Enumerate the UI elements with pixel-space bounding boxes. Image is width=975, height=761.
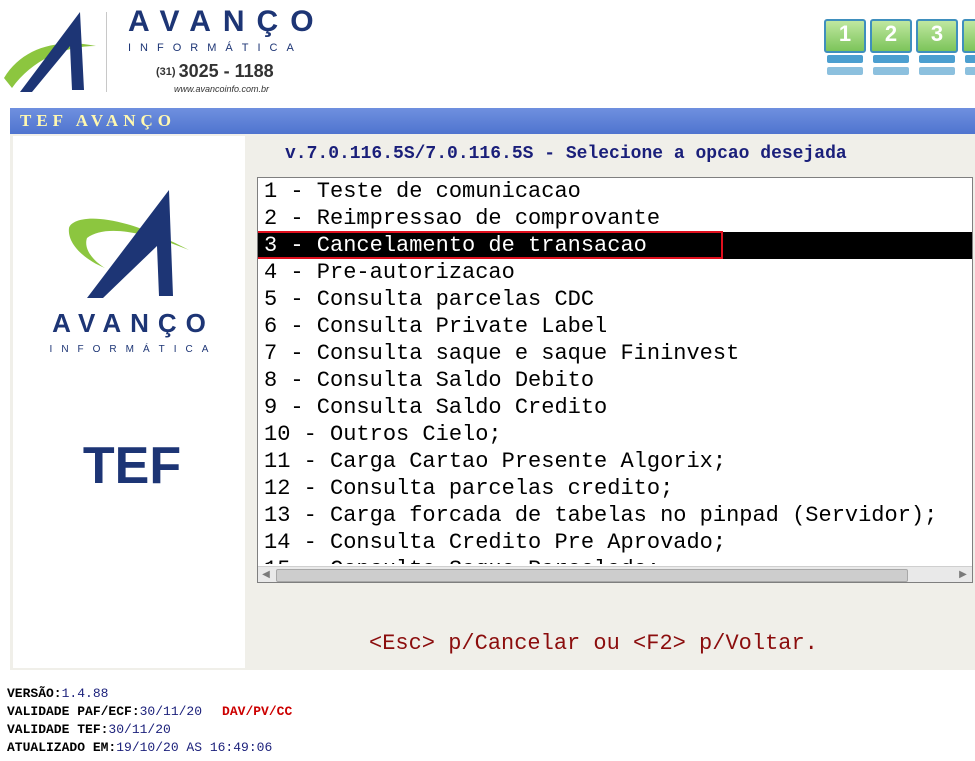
brand-panel: AVANÇO INFORMÁTICA TEF [13, 136, 245, 668]
option-item[interactable]: 15 - Consulta Saque Parcelado; [258, 556, 972, 564]
keyboard-hint: <Esc> p/Cancelar ou <F2> p/Voltar. [369, 631, 818, 656]
monitor-4-icon [962, 19, 975, 77]
option-item[interactable]: 4 - Pre-autorizacao [258, 259, 972, 286]
status-atualizado: ATUALIZADO EM:19/10/20 AS 16:49:06 [7, 739, 507, 757]
brand-phone: (31) 3025 - 1188 [156, 61, 274, 82]
tef-window: TEF AVANÇO AVANÇO INFORMÁTICA TEF v.7.0.… [10, 108, 975, 670]
option-item-selected[interactable]: 3 - Cancelamento de transacao [258, 232, 972, 259]
atualizado-value: 19/10/20 AS 16:49:06 [116, 740, 273, 755]
option-item[interactable]: 7 - Consulta saque e saque Fininvest [258, 340, 972, 367]
monitor-3-number: 3 [930, 21, 944, 46]
status-versao: VERSÃO:1.4.88 [7, 685, 507, 703]
atualizado-label: ATUALIZADO EM: [7, 740, 117, 755]
versao-label: VERSÃO: [7, 686, 62, 701]
status-info: VERSÃO:1.4.88 VALIDADE PAF/ECF:30/11/20 D… [7, 685, 507, 761]
option-item[interactable]: 13 - Carga forcada de tabelas no pinpad … [258, 502, 972, 529]
version-header: v.7.0.116.5S/7.0.116.5S - Selecione a op… [285, 144, 847, 164]
option-item[interactable]: 14 - Consulta Credito Pre Aprovado; [258, 529, 972, 556]
monitor-2-number: 2 [884, 21, 898, 46]
option-item[interactable]: 6 - Consulta Private Label [258, 313, 972, 340]
option-item[interactable]: 2 - Reimpressao de comprovante [258, 205, 972, 232]
monitor-3-icon: 3 [916, 19, 958, 77]
avanco-logo-icon [4, 12, 96, 92]
scrollbar-thumb[interactable] [276, 569, 908, 582]
option-list-items: 1 - Teste de comunicacao 2 - Reimpressao… [258, 178, 972, 564]
status-validade-paf: VALIDADE PAF/ECF:30/11/20 DAV/PV/CC [7, 703, 507, 721]
option-item[interactable]: 8 - Consulta Saldo Debito [258, 367, 972, 394]
option-item[interactable]: 11 - Carga Cartao Presente Algorix; [258, 448, 972, 475]
dav-badge: DAV/PV/CC [222, 704, 293, 719]
validade-paf-label: VALIDADE PAF/ECF: [7, 704, 140, 719]
window-title: TEF AVANÇO [20, 111, 176, 130]
monitor-2-icon: 2 [870, 19, 912, 77]
option-list[interactable]: 1 - Teste de comunicacao 2 - Reimpressao… [257, 177, 973, 583]
status-validade-tef: VALIDADE TEF:30/11/20 [7, 721, 507, 739]
brand-url: www.avancoinfo.com.br [174, 84, 270, 94]
horizontal-scrollbar[interactable]: ◀ ▶ [258, 566, 972, 582]
option-item[interactable]: 1 - Teste de comunicacao [258, 178, 972, 205]
panel-brand-name: AVANÇO [52, 308, 215, 338]
versao-value: 1.4.88 [61, 686, 109, 701]
brand-name: AVANÇO [128, 5, 326, 38]
scroll-right-icon[interactable]: ▶ [955, 567, 971, 582]
header-divider [106, 12, 107, 92]
option-item[interactable]: 5 - Consulta parcelas CDC [258, 286, 972, 313]
window-titlebar: TEF AVANÇO [10, 108, 975, 134]
menu-panel: v.7.0.116.5S/7.0.116.5S - Selecione a op… [247, 136, 975, 668]
phone-area-code: (31) [156, 66, 176, 78]
monitor-1-icon: 1 [824, 19, 866, 77]
validade-tef-value: 30/11/20 [108, 722, 171, 737]
app-header: AVANÇO INFORMÁTICA (31) 3025 - 1188 www.a… [0, 0, 975, 103]
monitor-1-number: 1 [838, 21, 852, 46]
option-item[interactable]: 9 - Consulta Saldo Credito [258, 394, 972, 421]
product-name: TEF [82, 437, 182, 495]
avanco-logo-large-icon [68, 190, 189, 298]
validade-tef-label: VALIDADE TEF: [7, 722, 109, 737]
phone-number: 3025 - 1188 [178, 61, 274, 81]
brand-subtitle: INFORMÁTICA [128, 42, 303, 54]
option-item[interactable]: 10 - Outros Cielo; [258, 421, 972, 448]
panel-brand-subtitle: INFORMÁTICA [49, 344, 218, 355]
scroll-left-icon[interactable]: ◀ [258, 567, 274, 582]
validade-paf-value: 30/11/20 [139, 704, 203, 719]
option-item[interactable]: 12 - Consulta parcelas credito; [258, 475, 972, 502]
